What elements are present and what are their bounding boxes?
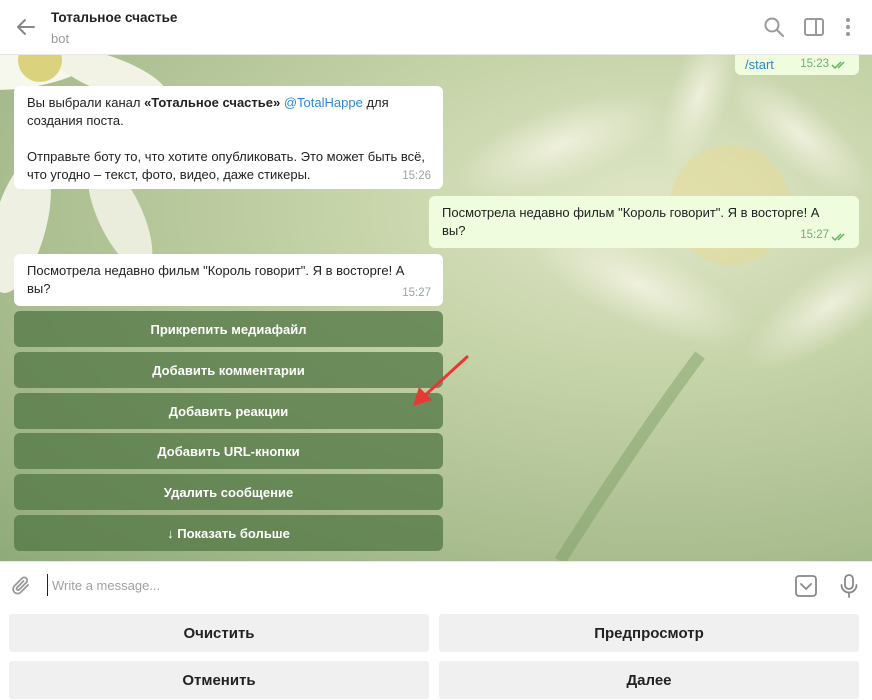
- inline-button-add-url-buttons[interactable]: Добавить URL-кнопки: [14, 433, 443, 469]
- chat-header: Тотальное счастье bot: [0, 0, 872, 55]
- intro-paragraph-2: Отправьте боту то, что хотите опубликова…: [27, 149, 425, 182]
- search-icon[interactable]: [763, 16, 785, 38]
- chat-subtitle: bot: [51, 31, 70, 46]
- message-time: 15:23: [800, 58, 829, 70]
- reply-button-preview[interactable]: Предпросмотр: [439, 614, 859, 652]
- start-command[interactable]: /start: [745, 57, 774, 72]
- post-text: Посмотрела недавно фильм "Король говорит…: [442, 205, 820, 238]
- intro-text: Вы выбрали канал: [27, 95, 145, 110]
- chat-history[interactable]: /start 15:23 Вы выбрали канал «Тотальное…: [0, 55, 872, 561]
- reply-keyboard: Очистить Предпросмотр Отменить Далее: [0, 608, 872, 700]
- inline-button-add-reactions[interactable]: Добавить реакции: [14, 393, 443, 429]
- paperclip-icon[interactable]: [11, 574, 33, 598]
- message-incoming-intro[interactable]: Вы выбрали канал «Тотальное счастье» @To…: [14, 86, 443, 189]
- bot-keyboard-icon[interactable]: [794, 574, 818, 598]
- more-vertical-icon[interactable]: [838, 16, 858, 38]
- message-composer: [0, 561, 872, 608]
- inline-button-delete-message[interactable]: Удалить сообщение: [14, 474, 443, 510]
- back-arrow-icon[interactable]: [12, 14, 40, 40]
- echo-text: Посмотрела недавно фильм "Король говорит…: [27, 263, 405, 296]
- inline-button-add-comments[interactable]: Добавить комментарии: [14, 352, 443, 388]
- reply-button-cancel[interactable]: Отменить: [9, 661, 429, 699]
- chat-title[interactable]: Тотальное счастье: [51, 10, 177, 25]
- message-outgoing-post[interactable]: Посмотрела недавно фильм "Король говорит…: [429, 196, 859, 248]
- channel-name: «Тотальное счастье»: [144, 95, 281, 110]
- sidebar-toggle-icon[interactable]: [803, 16, 825, 38]
- microphone-icon[interactable]: [838, 573, 860, 599]
- channel-handle-link[interactable]: @TotalHappe: [284, 95, 363, 110]
- message-input[interactable]: [47, 574, 747, 596]
- message-time: 15:26: [402, 170, 431, 182]
- message-outgoing-start[interactable]: /start 15:23: [735, 55, 859, 75]
- double-check-icon: [831, 61, 845, 70]
- double-check-icon: [831, 233, 845, 242]
- message-incoming-echo[interactable]: Посмотрела недавно фильм "Король говорит…: [14, 254, 443, 306]
- reply-button-clear[interactable]: Очистить: [9, 614, 429, 652]
- inline-button-show-more[interactable]: ↓ Показать больше: [14, 515, 443, 551]
- inline-button-attach-media[interactable]: Прикрепить медиафайл: [14, 311, 443, 347]
- annotation-arrow-icon: [413, 355, 469, 406]
- message-time: 15:27: [402, 287, 431, 299]
- message-time: 15:27: [800, 229, 829, 241]
- reply-button-next[interactable]: Далее: [439, 661, 859, 699]
